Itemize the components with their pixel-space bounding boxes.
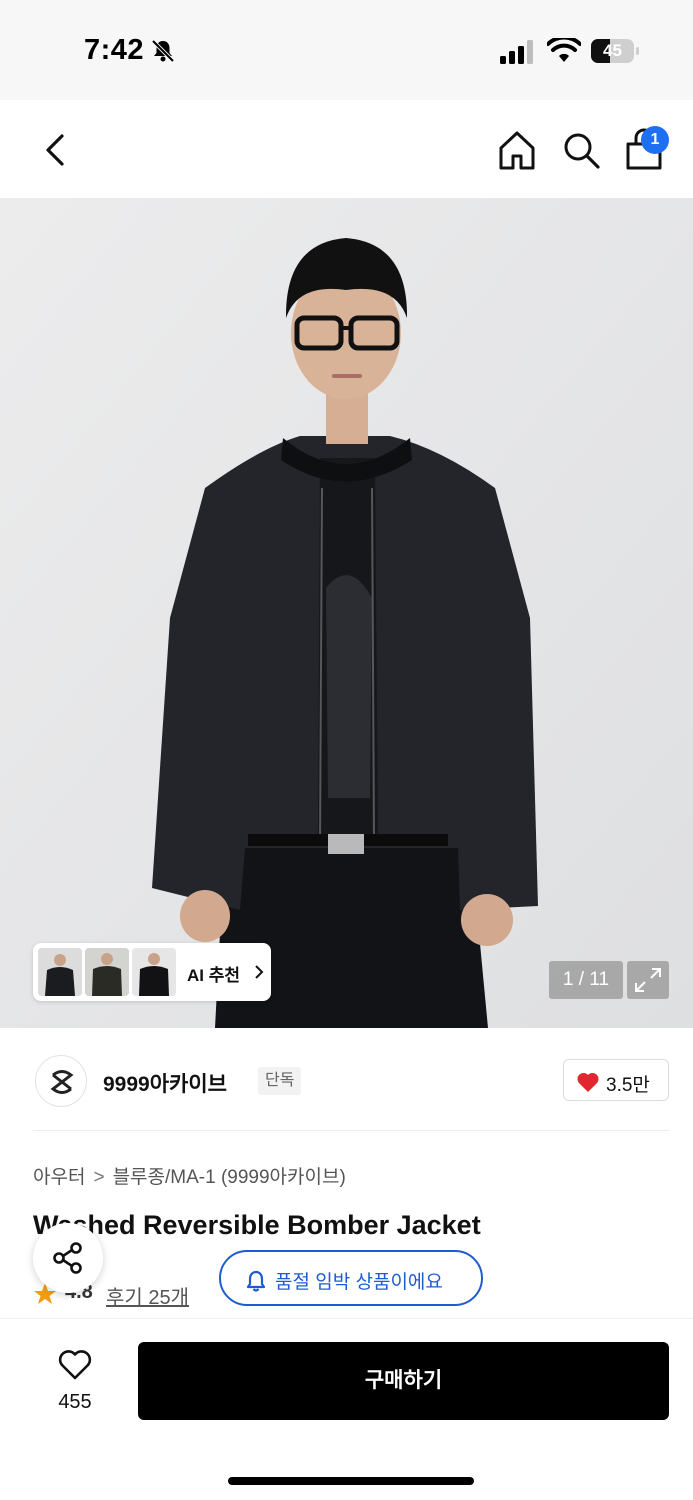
heart-outline-icon xyxy=(58,1350,92,1380)
brand-row[interactable]: 9999아카이브 단독 3.5만 xyxy=(0,1030,693,1130)
nav-bar xyxy=(0,100,693,198)
stock-alert-pill[interactable]: 품절 임박 상품이에요 xyxy=(219,1250,483,1306)
breadcrumb-category[interactable]: 아우터 xyxy=(33,1167,85,1188)
divider xyxy=(33,1130,669,1131)
share-button[interactable] xyxy=(33,1223,103,1293)
brand-like-button[interactable]: 3.5만 xyxy=(563,1059,669,1101)
chevron-right-icon xyxy=(255,965,264,979)
status-bar: 7:42 45 xyxy=(0,0,693,100)
battery-level: 45 xyxy=(603,41,622,60)
wifi-icon xyxy=(547,38,581,62)
status-time: 7:42 xyxy=(84,34,145,66)
ai-recommend-label: AI 추천 xyxy=(187,966,241,985)
brand-like-count: 3.5만 xyxy=(606,1075,650,1096)
home-icon[interactable] xyxy=(496,128,538,172)
exclusive-badge: 단독 xyxy=(258,1067,302,1095)
wishlist-count: 455 xyxy=(58,1391,92,1413)
ai-thumbnail[interactable] xyxy=(38,948,82,996)
battery-icon: 45 xyxy=(591,39,639,63)
buy-button[interactable]: 구매하기 xyxy=(138,1342,669,1420)
ai-thumbnail[interactable] xyxy=(85,948,129,996)
breadcrumb-subcategory[interactable]: 블루종/MA-1 (9999아카이브) xyxy=(113,1167,346,1188)
bell-off-icon xyxy=(151,39,175,63)
heart-filled-icon xyxy=(577,1072,599,1092)
bottom-action-bar: 455 구매하기 xyxy=(0,1318,693,1500)
image-page-indicator: 1 / 11 xyxy=(549,961,623,999)
back-arrow-icon[interactable] xyxy=(38,130,72,170)
stock-alert-text: 품절 임박 상품이에요 xyxy=(275,1272,443,1293)
breadcrumb-separator: > xyxy=(93,1167,105,1188)
brand-logo[interactable] xyxy=(35,1055,87,1107)
share-icon xyxy=(53,1242,82,1274)
ai-recommend-strip[interactable]: AI 추천 xyxy=(33,943,271,1001)
home-indicator xyxy=(228,1477,474,1485)
product-image-gallery[interactable]: AI 추천 1 / 11 xyxy=(0,198,693,1028)
wishlist-button[interactable]: 455 xyxy=(40,1343,110,1423)
breadcrumb: 아우터 > 블루종/MA-1 (9999아카이브) xyxy=(33,1162,346,1189)
bell-icon xyxy=(246,1270,266,1292)
brand-name[interactable]: 9999아카이브 xyxy=(103,1068,227,1098)
review-count-link[interactable]: 후기 25개 xyxy=(106,1281,189,1310)
ai-thumbnail[interactable] xyxy=(132,948,176,996)
cart-count-badge: 1 xyxy=(641,126,669,154)
search-icon[interactable] xyxy=(560,128,602,172)
product-title: Washed Reversible Bomber Jacket xyxy=(33,1210,481,1240)
expand-icon[interactable] xyxy=(627,961,669,999)
signal-icon xyxy=(500,40,533,64)
product-photo xyxy=(0,198,693,1028)
